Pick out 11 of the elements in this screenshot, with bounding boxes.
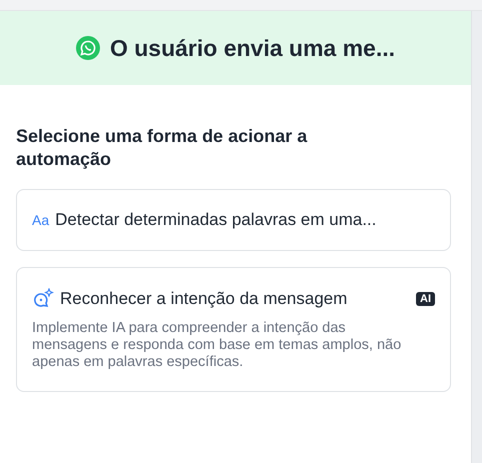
option-title: Detectar determinadas palavras em uma... [55, 210, 376, 230]
text-icon: Aa [32, 212, 50, 228]
option-description: Implemente IA para compreender a intenção das mensagens e responda com base em temas amplos, não apenas em palavras específicas. [32, 320, 402, 371]
header-title: O usuário envia uma me... [110, 34, 396, 62]
chat-icon [32, 288, 54, 310]
option-title: Reconhecer a intenção da mensagem [60, 289, 348, 309]
ai-badge: AI [416, 292, 435, 306]
chat-bubble-icon [76, 36, 100, 60]
section-heading: Selecione uma forma de acionar a automação [16, 125, 308, 171]
option-card[interactable]: Reconhecer a intenção da mensagem AI Implemente IA para compreender a intenção das mensagens e responda com base em temas amplos, não apenas em palavras específicas. [16, 267, 451, 392]
option-card[interactable]: Aa Detectar determinadas palavras em uma... [16, 189, 451, 251]
